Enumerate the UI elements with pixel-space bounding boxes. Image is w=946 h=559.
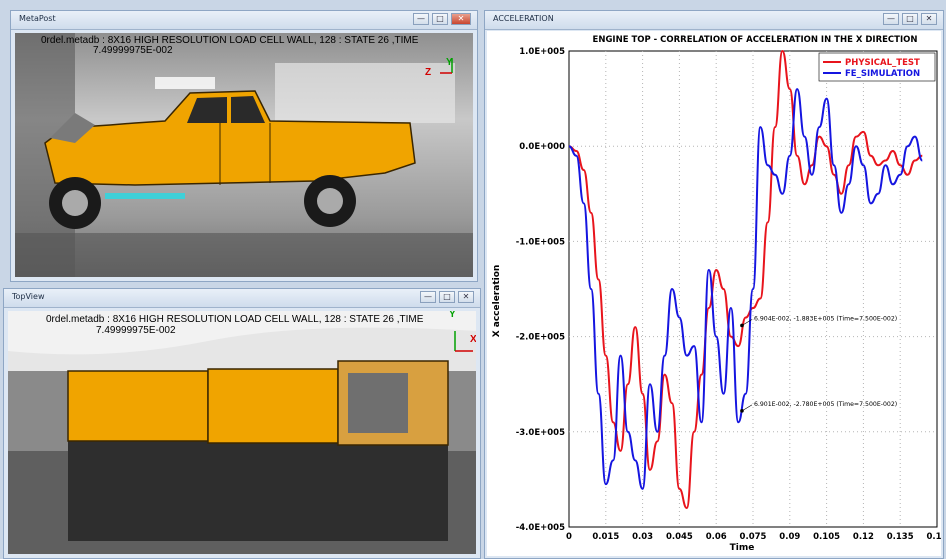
chart-series <box>568 49 924 509</box>
series-line-physical-test <box>568 49 923 509</box>
metapost-window: MetaPost — □ ✕ 0rdel.metadb: 8X16 HIGH … <box>10 10 478 282</box>
topview-overlay-line2: 7.49999975E-002 <box>96 325 176 336</box>
y-tick-label: -2.0E+005 <box>516 333 565 343</box>
acceleration-viewport[interactable]: ENGINE TOP - CORRELATION OF ACCELERATION… <box>487 31 941 556</box>
annotation-leader <box>741 404 753 412</box>
y-tick-label: 0.0E+000 <box>519 142 565 152</box>
metapost-titlebar[interactable]: MetaPost — □ ✕ <box>11 11 477 30</box>
y-tick-label: -4.0E+005 <box>516 523 565 533</box>
legend-label: PHYSICAL_TEST <box>845 58 920 68</box>
metapost-overlay-line2: 7.49999975E-002 <box>93 45 173 56</box>
topview-overlay-line1: 0rdel.metadb : 8X16 HIGH RESOLUTION LOAD… <box>46 314 424 325</box>
legend-label: FE_SIMULATION <box>845 69 920 79</box>
axis-label-y: Y <box>446 57 453 68</box>
x-tick-label: 0.09 <box>779 532 800 542</box>
topview-viewport[interactable]: 0rdel.metadb : 8X16 HIGH RESOLUTION LOAD… <box>8 311 476 554</box>
annotation-label: 6.901E-002, -2.780E+005 (Time=7.500E-002… <box>754 401 897 408</box>
x-tick-label: 0.06 <box>706 532 727 542</box>
truck-top <box>67 360 449 446</box>
chart-title: ENGINE TOP - CORRELATION OF ACCELERATION… <box>593 35 918 45</box>
restore-button[interactable]: ✕ <box>458 291 474 303</box>
y-tick-label: -1.0E+005 <box>516 237 565 247</box>
x-tick-label: 0.15 <box>927 532 941 542</box>
target-markers <box>155 77 215 89</box>
acceleration-title: ACCELERATION <box>493 14 554 23</box>
x-tick-label: 0.12 <box>853 532 874 542</box>
acceleration-window: ACCELERATION — □ ✕ ENGINE TOP - CORRELAT… <box>484 10 944 559</box>
series-line-fe-simulation <box>568 88 924 490</box>
topview-title: TopView <box>12 292 45 301</box>
x-tick-label: 0.105 <box>813 532 840 542</box>
x-tick-label: 0.135 <box>887 532 914 542</box>
y-tick-label: -3.0E+005 <box>516 428 565 438</box>
x-axis-label: Time <box>730 543 755 553</box>
chart-annotations: 6.904E-002, -1.883E+005 (Time=7.500E-002… <box>740 315 897 413</box>
chart-legend: PHYSICAL_TESTFE_SIMULATION <box>818 52 936 82</box>
top-view-render <box>8 311 476 554</box>
metapost-title: MetaPost <box>19 14 56 23</box>
maximize-button[interactable]: □ <box>439 291 455 303</box>
y-tick-label: 1.0E+005 <box>519 47 565 57</box>
metapost-viewport[interactable]: 0rdel.metadb : 8X16 HIGH RESOLUTION LOAD… <box>15 33 473 277</box>
restore-button[interactable]: ✕ <box>921 13 937 25</box>
x-tick-label: 0.03 <box>632 532 653 542</box>
maximize-button[interactable]: □ <box>902 13 918 25</box>
axis-label-x-top: X <box>470 334 476 345</box>
side-view-render <box>15 33 473 277</box>
minimize-button[interactable]: — <box>420 291 436 303</box>
x-tick-label: 0 <box>566 532 572 542</box>
axis-label-y-top: Y <box>449 311 456 320</box>
close-button[interactable]: ✕ <box>451 13 471 25</box>
chart-ticks: 0 0.015 0.03 0.045 0.06 0.075 0.09 0.105 0.12 0.1… <box>516 47 941 542</box>
topview-titlebar[interactable]: TopView — □ ✕ <box>4 289 480 308</box>
x-tick-label: 0.015 <box>592 532 619 542</box>
maximize-button[interactable]: □ <box>432 13 448 25</box>
acceleration-chart: ENGINE TOP - CORRELATION OF ACCELERATION… <box>492 35 941 553</box>
annotation-label: 6.904E-002, -1.883E+005 (Time=7.500E-002… <box>754 315 897 322</box>
annotation-marker <box>740 409 744 413</box>
minimize-button[interactable]: — <box>883 13 899 25</box>
minimize-button[interactable]: — <box>413 13 429 25</box>
y-axis-label: X acceleration <box>492 265 502 338</box>
axis-label-z: Z <box>425 67 432 78</box>
topview-window: TopView — □ ✕ 0rdel.metadb : 8X16 HIGH R… <box>3 288 481 559</box>
x-tick-label: 0.075 <box>740 532 767 542</box>
acceleration-titlebar[interactable]: ACCELERATION — □ ✕ <box>485 11 943 30</box>
x-tick-label: 0.045 <box>666 532 693 542</box>
